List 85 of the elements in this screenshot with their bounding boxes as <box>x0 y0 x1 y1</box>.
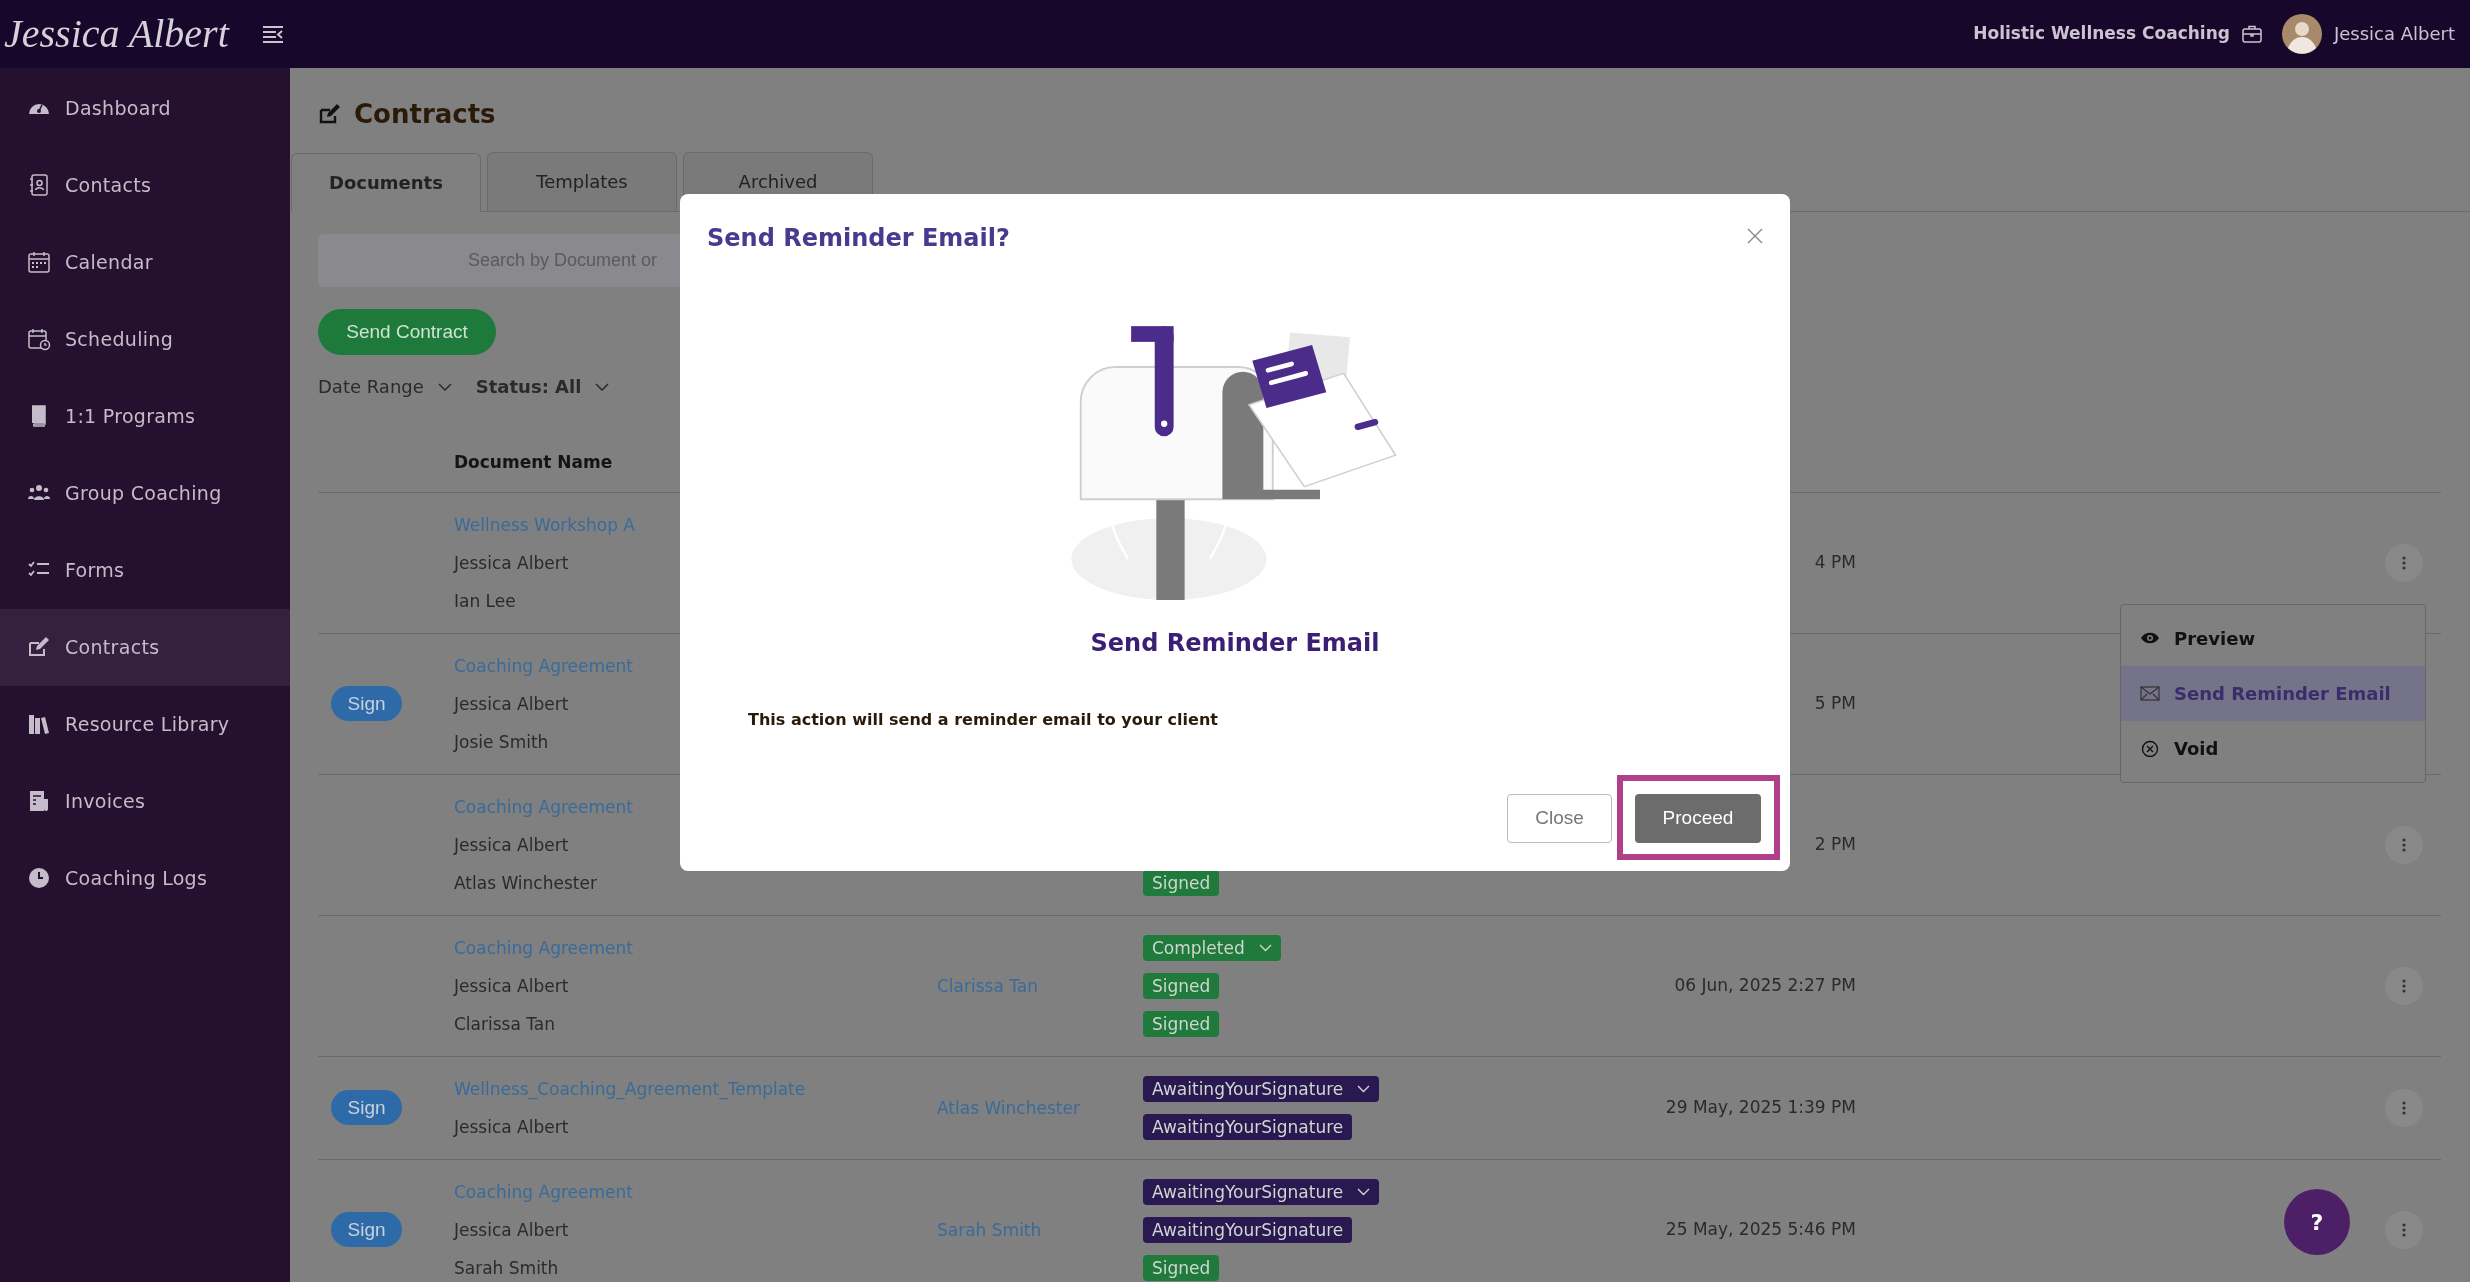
more-vertical-icon <box>2402 1222 2406 1237</box>
books-icon <box>27 712 51 737</box>
signer-name: Josie Smith <box>454 730 549 754</box>
sign-button[interactable]: Sign <box>331 1212 402 1248</box>
date-text: 25 May, 2025 5:46 PM <box>1665 1218 1856 1242</box>
menu-item[interactable]: Void <box>2121 720 2425 776</box>
status-dropdown[interactable]: AwaitingYourSignature <box>1143 1178 1380 1205</box>
sidebar-item[interactable]: Resource Library <box>0 685 290 763</box>
sign-button[interactable]: Sign <box>331 686 402 722</box>
signer-name: Jessica Albert <box>454 1218 569 1242</box>
modal-heading: Send Reminder Email <box>1089 628 1381 659</box>
status-badge: Signed <box>1143 972 1220 999</box>
signer-name: Jessica Albert <box>454 1115 569 1139</box>
more-options-button[interactable] <box>2385 825 2423 864</box>
sidebar-item[interactable]: Contacts <box>0 146 290 224</box>
contacts-icon <box>27 173 51 198</box>
status-dropdown[interactable]: AwaitingYourSignature <box>1143 1075 1380 1102</box>
envelope-icon <box>2140 684 2160 702</box>
more-options-button[interactable] <box>2385 543 2423 582</box>
status-badge: Signed <box>1143 1254 1220 1281</box>
more-options-button[interactable] <box>2385 1088 2423 1127</box>
signer-name: Jessica Albert <box>454 833 569 857</box>
date-text: 29 May, 2025 1:39 PM <box>1665 1096 1856 1120</box>
close-button[interactable]: Close <box>1507 794 1612 843</box>
calendar-icon <box>27 250 51 275</box>
date-text: 06 Jun, 2025 2:27 PM <box>1674 974 1856 998</box>
chevron-down-icon <box>1357 1084 1371 1093</box>
more-vertical-icon <box>2402 1100 2406 1115</box>
sidebar-item[interactable]: Calendar <box>0 223 290 301</box>
signer-name: Ian Lee <box>454 589 516 613</box>
signer-name: Sarah Smith <box>454 1256 559 1280</box>
status-badge: Signed <box>1143 869 1220 896</box>
calendar-clock-icon <box>27 327 51 352</box>
briefcase-icon <box>2241 24 2262 43</box>
user-name[interactable]: Jessica Albert <box>2333 20 2455 48</box>
more-vertical-icon <box>2402 978 2406 993</box>
date-text: 2 PM <box>1814 833 1856 857</box>
proceed-button[interactable]: Proceed <box>1635 794 1761 843</box>
sidebar-item[interactable]: Coaching Logs <box>0 839 290 917</box>
sidebar-item[interactable]: Scheduling <box>0 300 290 378</box>
status-badge: AwaitingYourSignature <box>1143 1113 1353 1140</box>
menu-icon[interactable] <box>261 24 284 43</box>
status-badge: AwaitingYourSignature <box>1143 1216 1353 1243</box>
menu-item[interactable]: Preview <box>2121 610 2425 666</box>
more-options-button[interactable] <box>2385 966 2423 1005</box>
send-contract-button[interactable]: Send Contract <box>318 308 496 355</box>
signer-name: Jessica Albert <box>454 692 569 716</box>
date-text: 5 PM <box>1814 692 1856 716</box>
sidebar-item[interactable]: Group Coaching <box>0 454 290 532</box>
sidebar-item[interactable]: Contracts <box>0 608 290 686</box>
signer-name: Jessica Albert <box>454 974 569 998</box>
avatar <box>2281 13 2322 54</box>
chevron-down-icon <box>1357 1187 1371 1196</box>
signer-name: Clarissa Tan <box>454 1012 556 1036</box>
chevron-down-icon <box>595 382 610 391</box>
sign-button[interactable]: Sign <box>331 1090 402 1126</box>
modal-message: This action will send a reminder email to your client <box>748 709 1219 731</box>
sidebar-item[interactable]: Dashboard <box>0 69 290 147</box>
signer-name: Jessica Albert <box>454 551 569 575</box>
status-badge: Signed <box>1143 1010 1220 1037</box>
logo: Jessica Albert <box>3 9 231 58</box>
clock-icon <box>27 866 51 891</box>
business-name: Holistic Wellness Coaching <box>1973 22 2230 46</box>
more-vertical-icon <box>2402 837 2406 852</box>
sidebar-item[interactable]: Forms <box>0 531 290 609</box>
date-text: 4 PM <box>1814 551 1856 575</box>
invoice-icon <box>27 789 51 814</box>
more-options-button[interactable] <box>2385 1210 2423 1249</box>
filter-dropdown[interactable]: Date Range <box>318 373 452 401</box>
page-title: Contracts <box>354 97 496 131</box>
tab[interactable]: Templates <box>487 151 677 211</box>
help-button[interactable]: ? <box>2284 1189 2350 1255</box>
signer-name: Atlas Winchester <box>454 871 597 895</box>
chevron-down-icon <box>1258 943 1272 952</box>
more-vertical-icon <box>2402 555 2406 570</box>
filter-dropdown[interactable]: Status: All <box>475 373 610 401</box>
sidebar-item[interactable]: 1:1 Programs <box>0 377 290 455</box>
tab[interactable]: Documents <box>291 152 481 212</box>
column-header: Document Name <box>454 450 614 474</box>
sidebar-item[interactable]: Invoices <box>0 762 290 840</box>
menu-item[interactable]: Send Reminder Email <box>2121 665 2425 721</box>
modal-title: Send Reminder Email? <box>707 223 1010 254</box>
chevron-down-icon <box>437 382 452 391</box>
edit-icon <box>318 101 342 126</box>
status-dropdown[interactable]: Completed <box>1143 934 1281 961</box>
